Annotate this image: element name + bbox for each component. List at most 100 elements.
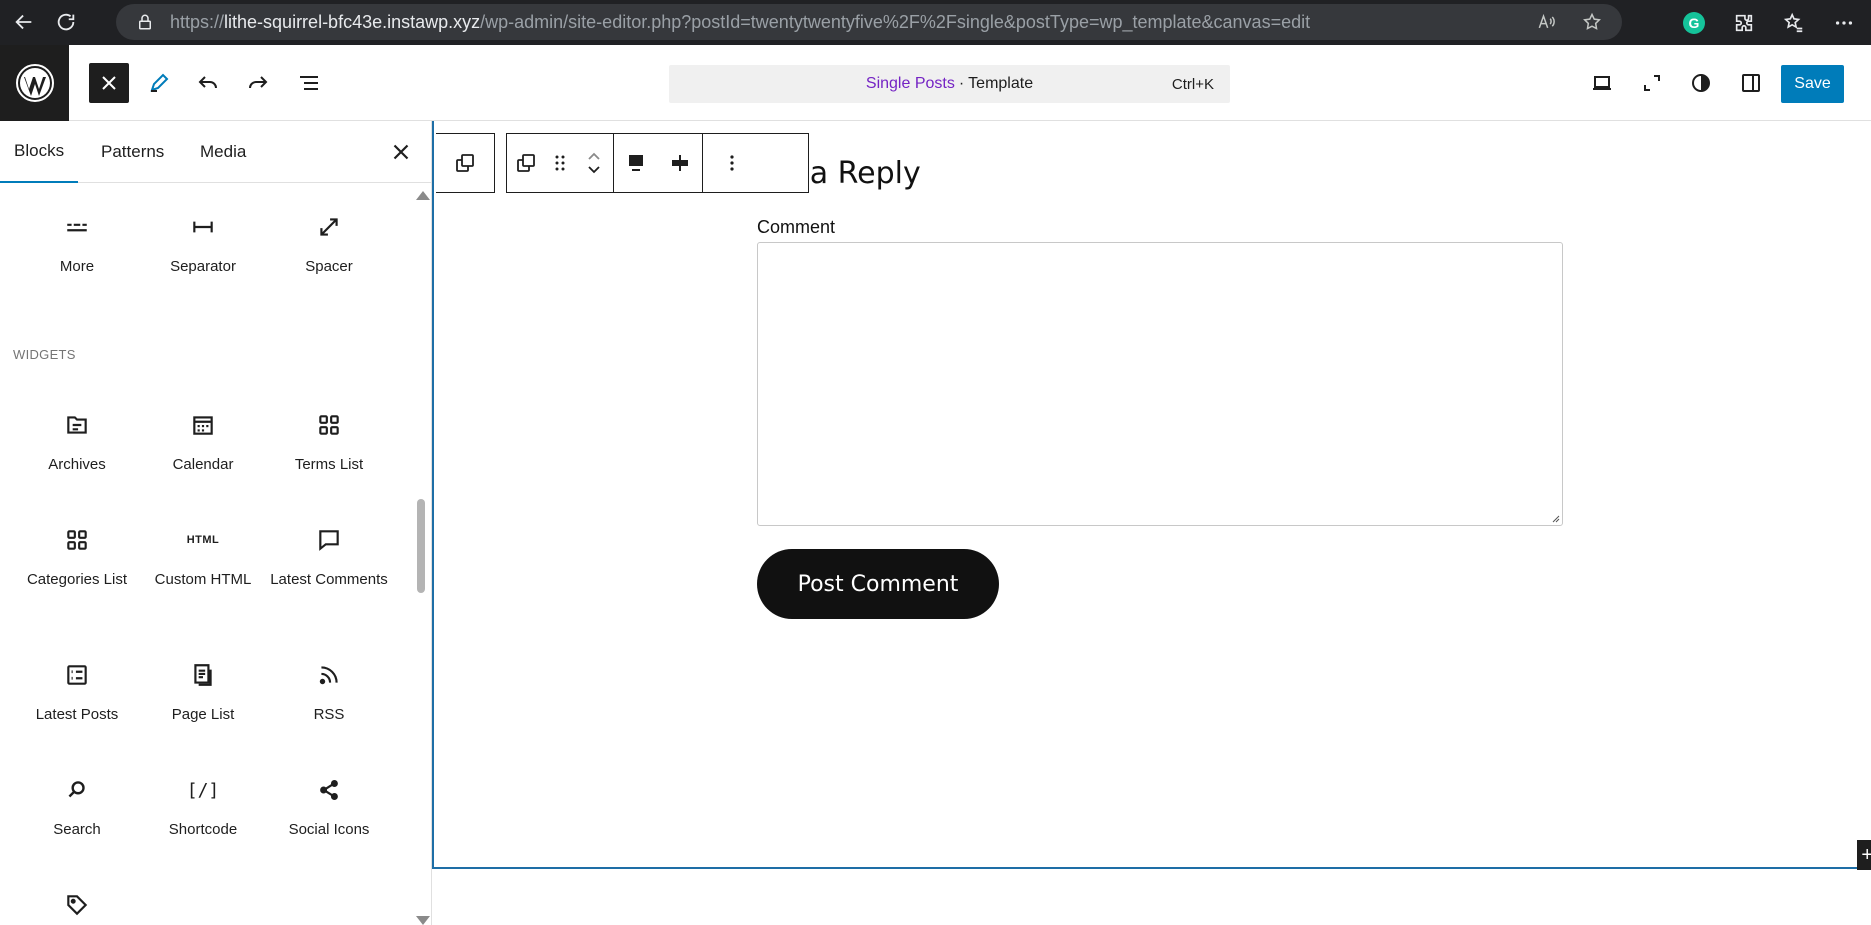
rss-icon <box>315 661 343 689</box>
extensions-icon[interactable] <box>1733 12 1755 34</box>
undo-button[interactable] <box>188 63 228 103</box>
close-icon[interactable] <box>388 139 414 165</box>
drag-handle-icon <box>555 155 565 171</box>
address-bar[interactable]: https://lithe-squirrel-bfc43e.instawp.xy… <box>116 4 1622 40</box>
url-path: /wp-admin/site-editor.php?postId=twentyt… <box>480 11 1311 32</box>
more-menu-icon[interactable] <box>1833 12 1855 34</box>
favorites-icon[interactable] <box>1783 12 1805 34</box>
scroll-up-arrow[interactable] <box>416 191 430 200</box>
tab-media[interactable]: Media <box>186 121 260 183</box>
document-type: Template <box>968 75 1034 92</box>
block-shortcode[interactable]: [/] Shortcode <box>140 776 266 840</box>
block-categories-list[interactable]: Categories List <box>14 526 140 590</box>
block-toolbar <box>506 133 809 193</box>
edit-tool-button[interactable] <box>139 63 179 103</box>
block-social-icons[interactable]: Social Icons <box>266 776 392 840</box>
block-label: Custom HTML <box>154 571 252 588</box>
block-calendar[interactable]: Calendar <box>140 411 266 475</box>
scroll-thumb[interactable] <box>417 499 425 593</box>
block-separator[interactable]: Separator <box>140 213 266 277</box>
editor-canvas[interactable]: ve a Reply Comment Post Comment + <box>432 121 1871 925</box>
move-up-down-button[interactable] <box>575 134 613 192</box>
comment-field-label: Comment <box>757 217 836 237</box>
justify-button[interactable] <box>658 134 702 192</box>
read-aloud-icon[interactable] <box>1536 12 1556 32</box>
widgets-section-title: WIDGETS <box>13 347 76 362</box>
laptop-icon <box>1593 76 1611 90</box>
block-latest-comments[interactable]: Latest Comments <box>266 526 392 590</box>
select-parent-button[interactable] <box>436 133 495 193</box>
wordpress-logo-icon[interactable] <box>0 45 69 121</box>
preview-device-button[interactable] <box>1582 63 1622 103</box>
duplicate-icon <box>456 154 474 172</box>
document-overview-button[interactable] <box>289 63 329 103</box>
save-button[interactable]: Save <box>1781 65 1844 103</box>
tab-blocks[interactable]: Blocks <box>0 121 79 183</box>
block-custom-html[interactable]: HTML Custom HTML <box>140 526 266 590</box>
latest-comments-icon <box>315 526 343 554</box>
block-label: More <box>59 258 95 275</box>
separator-icon <box>189 213 217 241</box>
toolbar-group-block <box>507 134 614 192</box>
resize-grip-icon[interactable] <box>1550 513 1560 523</box>
block-label: Social Icons <box>288 821 370 838</box>
add-block-plus-icon[interactable]: + <box>1857 840 1871 870</box>
tab-patterns[interactable]: Patterns <box>87 121 178 183</box>
close-inserter-button[interactable] <box>89 63 129 103</box>
reload-icon[interactable] <box>46 2 86 42</box>
block-terms-list[interactable]: Terms List <box>266 411 392 475</box>
toolbar-group-options <box>703 134 761 192</box>
back-icon[interactable] <box>4 2 44 42</box>
scroll-down-arrow[interactable] <box>416 916 430 925</box>
justify-center-icon <box>672 155 688 171</box>
post-comment-button[interactable]: Post Comment <box>757 549 999 619</box>
block-label: Calendar <box>172 456 234 473</box>
favorite-star-icon[interactable] <box>1582 12 1602 32</box>
inserter-tabs: Blocks Patterns Media <box>0 121 431 183</box>
contrast-icon <box>1692 74 1710 92</box>
command-shortcut: Ctrl+K <box>1171 75 1214 93</box>
block-inserter-panel: Blocks Patterns Media More Separator Spa… <box>0 121 432 925</box>
block-page-list[interactable]: Page List <box>140 661 266 725</box>
latest-posts-icon <box>63 661 91 689</box>
command-bar[interactable]: Single Posts · Template Ctrl+K <box>669 65 1230 103</box>
justify-top-icon <box>629 155 643 171</box>
block-label: RSS <box>313 706 345 723</box>
redo-button[interactable] <box>238 63 278 103</box>
categories-list-icon <box>63 526 91 554</box>
pencil-icon <box>150 73 169 92</box>
more-vertical-icon <box>730 155 734 171</box>
inserter-scrollbar[interactable] <box>413 187 430 925</box>
block-type-button[interactable] <box>507 134 545 192</box>
close-icon <box>102 76 116 90</box>
url-host: lithe-squirrel-bfc43e.instawp.xyz <box>224 11 481 32</box>
spacer-icon <box>315 213 343 241</box>
block-options-button[interactable] <box>703 134 761 192</box>
styles-button[interactable] <box>1681 63 1721 103</box>
block-more[interactable]: More <box>14 213 140 277</box>
block-label: Spacer <box>305 258 353 275</box>
terms-list-icon <box>315 411 343 439</box>
block-archives[interactable]: Archives <box>14 411 140 475</box>
block-rss[interactable]: RSS <box>266 661 392 725</box>
block-spacer[interactable]: Spacer <box>266 213 392 277</box>
tag-icon <box>63 891 91 919</box>
settings-sidebar-button[interactable] <box>1731 63 1771 103</box>
document-separator: · <box>958 75 965 92</box>
block-search[interactable]: Search <box>14 776 140 840</box>
social-icons-icon <box>315 776 343 804</box>
vertical-align-button[interactable] <box>614 134 658 192</box>
grammarly-extension-icon[interactable]: G <box>1683 11 1705 34</box>
block-latest-posts[interactable]: Latest Posts <box>14 661 140 725</box>
block-tag-cloud[interactable] <box>14 891 140 919</box>
sidebar-icon <box>1742 74 1760 92</box>
custom-html-icon: HTML <box>186 534 220 546</box>
archives-icon <box>63 411 91 439</box>
fullscreen-button[interactable] <box>1632 63 1672 103</box>
drag-handle[interactable] <box>545 134 575 192</box>
block-label: Shortcode <box>168 821 238 838</box>
url-text: https://lithe-squirrel-bfc43e.instawp.xy… <box>170 12 1310 33</box>
comment-textarea[interactable] <box>757 242 1563 526</box>
post-comments-form-icon <box>517 154 535 172</box>
block-label: Terms List <box>294 456 364 473</box>
